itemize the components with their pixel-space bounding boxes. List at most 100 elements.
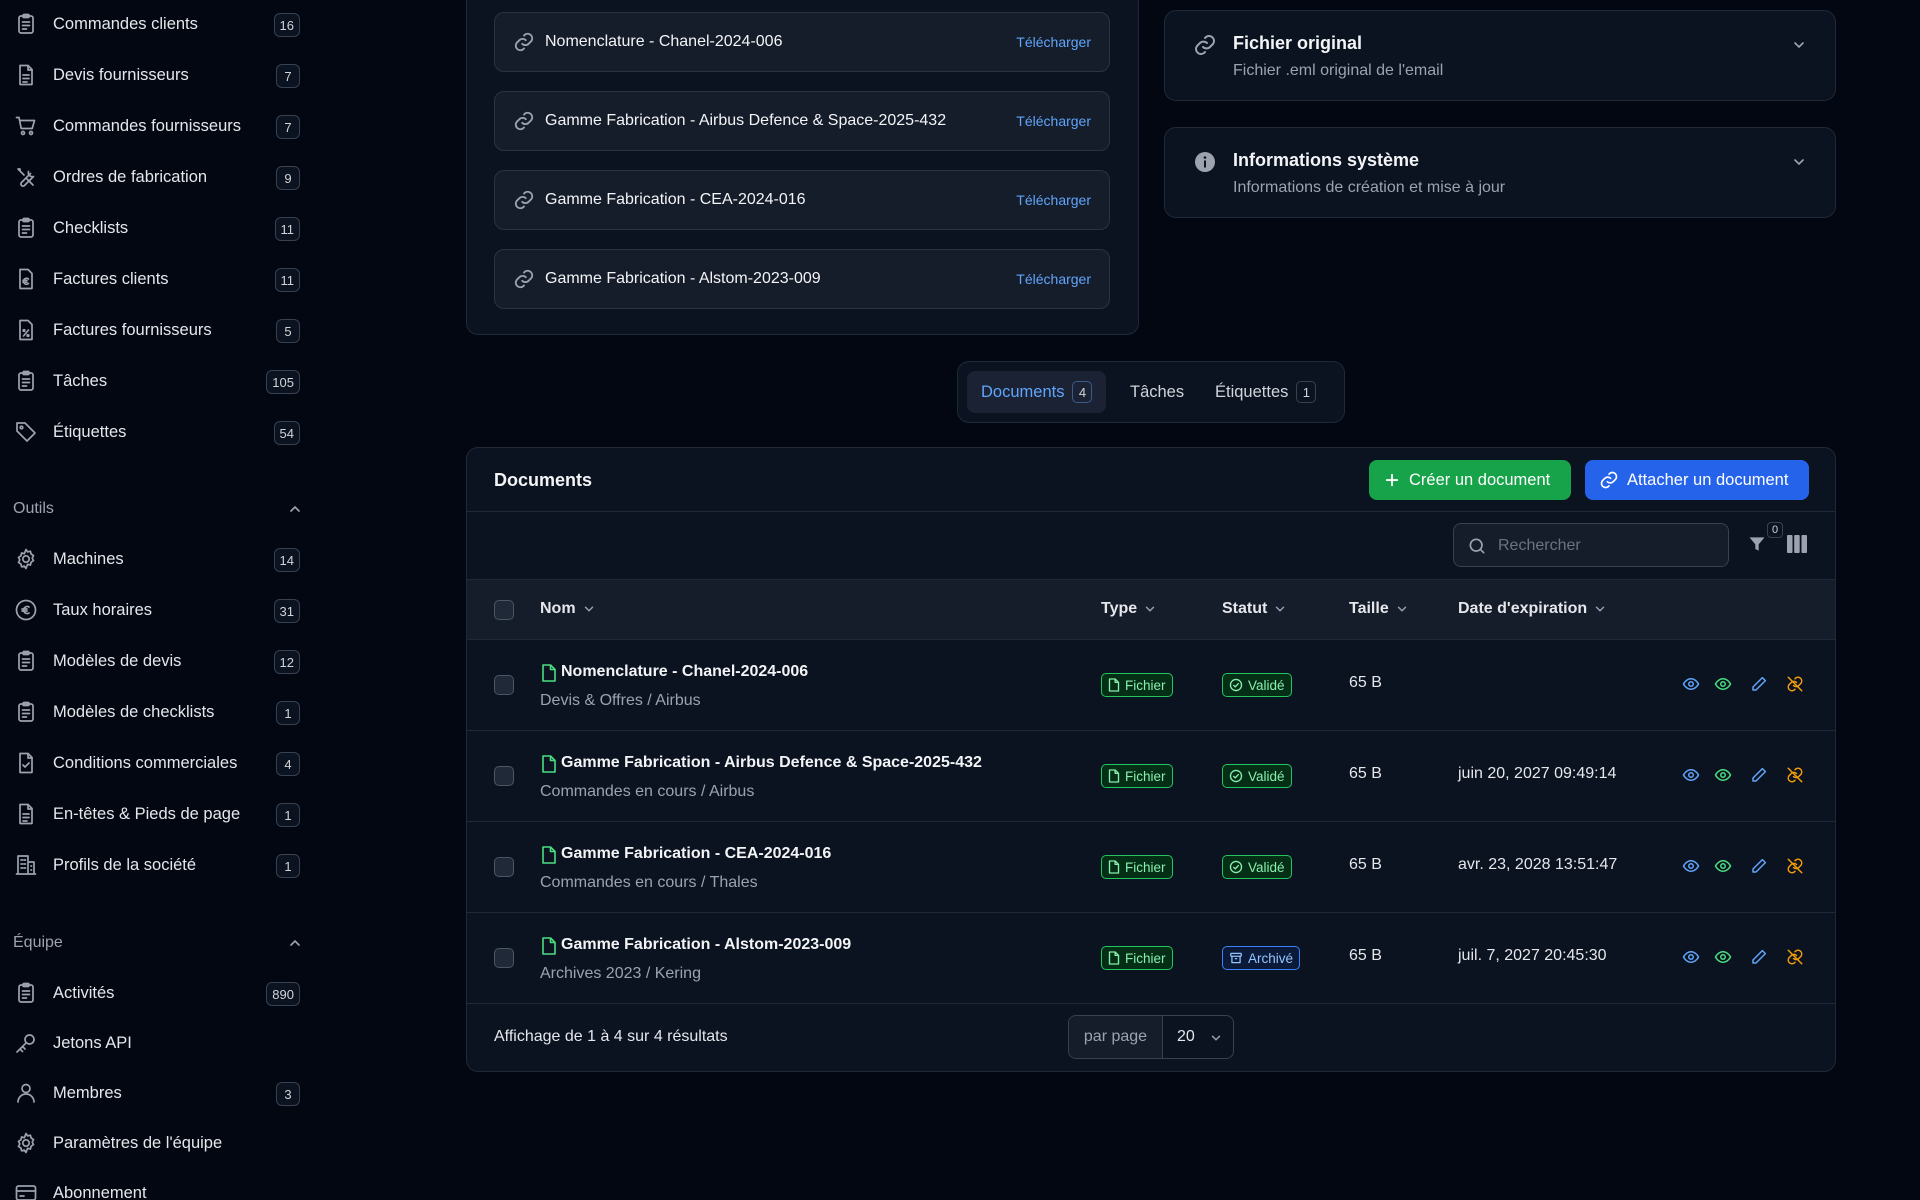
download-link[interactable]: Télécharger xyxy=(1016,113,1091,129)
table-footer: Affichage de 1 à 4 sur 4 résultats par p… xyxy=(467,1004,1835,1071)
sidebar-group-equipe[interactable]: Équipe xyxy=(13,928,303,958)
unlink-icon[interactable] xyxy=(1786,948,1804,966)
clipboard-icon xyxy=(12,979,40,1007)
view-icon[interactable] xyxy=(1682,948,1700,966)
unlink-icon[interactable] xyxy=(1786,675,1804,693)
sidebar-item-commandes-fournisseurs[interactable]: Commandes fournisseurs 7 xyxy=(12,106,308,146)
sidebar-item-modeles-de-checklists[interactable]: Modèles de checklists 1 xyxy=(12,692,308,732)
type-badge: Fichier xyxy=(1101,855,1173,879)
create-document-button[interactable]: Créer un document xyxy=(1369,460,1571,500)
sidebar-item-activites[interactable]: Activités 890 xyxy=(12,973,308,1013)
attachment-row[interactable]: Nomenclature - Chanel-2024-006 Télécharg… xyxy=(494,12,1110,72)
sidebar-item-commandes-clients[interactable]: Commandes clients 16 xyxy=(12,4,308,44)
per-page-select[interactable]: par page 20 xyxy=(1068,1015,1234,1059)
chevron-up-icon xyxy=(287,935,303,951)
count-badge: 54 xyxy=(273,421,300,445)
document-expiry: avr. 23, 2028 13:51:47 xyxy=(1458,856,1618,873)
chevron-down-icon[interactable] xyxy=(1791,37,1807,53)
check-circle-icon xyxy=(1229,769,1248,783)
column-label: Statut xyxy=(1222,600,1268,617)
table-row[interactable]: Gamme Fabrication - CEA-2024-016 Commande… xyxy=(467,822,1835,913)
file-icon xyxy=(1108,860,1125,874)
view-icon[interactable] xyxy=(1682,766,1700,784)
chevron-down-icon xyxy=(1267,602,1287,616)
preview-icon[interactable] xyxy=(1714,675,1732,693)
attachment-row[interactable]: Gamme Fabrication - Alstom-2023-009 Télé… xyxy=(494,249,1110,309)
tab-etiquettes[interactable]: Étiquettes 1 xyxy=(1215,371,1317,413)
column-header-size[interactable]: Taille xyxy=(1349,600,1409,618)
sidebar-item-devis-fournisseurs[interactable]: Devis fournisseurs 7 xyxy=(12,55,308,95)
sidebar-item-taux-horaires[interactable]: Taux horaires 31 xyxy=(12,590,308,630)
table-row[interactable]: Nomenclature - Chanel-2024-006 Devis & Of… xyxy=(467,640,1835,731)
document-name[interactable]: Gamme Fabrication - Airbus Defence & Spa… xyxy=(561,754,982,772)
row-checkbox[interactable] xyxy=(494,948,514,968)
search-box[interactable] xyxy=(1453,523,1729,567)
document-expiry: juin 20, 2027 09:49:14 xyxy=(1458,765,1617,782)
download-link[interactable]: Télécharger xyxy=(1016,192,1091,208)
sidebar-item-taches[interactable]: Tâches 105 xyxy=(12,361,308,401)
count-badge: 105 xyxy=(266,370,300,394)
unlink-icon[interactable] xyxy=(1786,766,1804,784)
document-icon xyxy=(541,937,557,955)
chevron-down-icon xyxy=(1587,602,1607,616)
sidebar-item-etiquettes[interactable]: Étiquettes 54 xyxy=(12,412,308,452)
building-icon xyxy=(12,851,40,879)
sidebar-item-modeles-de-devis[interactable]: Modèles de devis 12 xyxy=(12,641,308,681)
document-name[interactable]: Gamme Fabrication - Alstom-2023-009 xyxy=(561,936,851,954)
table-row[interactable]: Gamme Fabrication - Alstom-2023-009 Archi… xyxy=(467,913,1835,1004)
edit-icon[interactable] xyxy=(1750,857,1768,875)
row-checkbox[interactable] xyxy=(494,766,514,786)
search-input[interactable] xyxy=(1498,534,1718,558)
preview-icon[interactable] xyxy=(1714,948,1732,966)
system-info-card[interactable]: Informations système Informations de cré… xyxy=(1164,127,1836,218)
attachment-row[interactable]: Gamme Fabrication - CEA-2024-016 Télécha… xyxy=(494,170,1110,230)
document-name[interactable]: Gamme Fabrication - CEA-2024-016 xyxy=(561,845,831,863)
sidebar-item-jetons-api[interactable]: Jetons API xyxy=(12,1023,308,1063)
row-checkbox[interactable] xyxy=(494,675,514,695)
column-header-name[interactable]: Nom xyxy=(540,600,596,618)
sidebar-item-parametres-de-l-equipe[interactable]: Paramètres de l'équipe xyxy=(12,1123,308,1163)
original-file-card[interactable]: Fichier original Fichier .eml original d… xyxy=(1164,10,1836,101)
sidebar-item-label: En-têtes & Pieds de page xyxy=(53,804,241,823)
sidebar-item-ordres-de-fabrication[interactable]: Ordres de fabrication 9 xyxy=(12,157,308,197)
edit-icon[interactable] xyxy=(1750,948,1768,966)
view-icon[interactable] xyxy=(1682,857,1700,875)
unlink-icon[interactable] xyxy=(1786,857,1804,875)
count-badge: 4 xyxy=(276,752,300,776)
sidebar-item-profils-de-la-societe[interactable]: Profils de la société 1 xyxy=(12,845,308,885)
edit-icon[interactable] xyxy=(1750,675,1768,693)
sidebar-group-outils[interactable]: Outils xyxy=(13,494,303,524)
view-icon[interactable] xyxy=(1682,675,1700,693)
tab-taches[interactable]: Tâches xyxy=(1130,371,1184,413)
sidebar-item-conditions-commerciales[interactable]: Conditions commerciales 4 xyxy=(12,743,308,783)
filter-icon[interactable] xyxy=(1747,534,1767,554)
sidebar-item-factures-clients[interactable]: Factures clients 11 xyxy=(12,259,308,299)
attach-document-button[interactable]: Attacher un document xyxy=(1585,460,1809,500)
status-badge: Archivé xyxy=(1222,946,1301,970)
sidebar: Commandes clients 16 Devis fournisseurs 7 Co… xyxy=(0,0,320,1200)
download-link[interactable]: Télécharger xyxy=(1016,271,1091,287)
edit-icon[interactable] xyxy=(1750,766,1768,784)
sidebar-item-membres[interactable]: Membres 3 xyxy=(12,1073,308,1113)
document-name[interactable]: Nomenclature - Chanel-2024-006 xyxy=(561,663,808,681)
row-checkbox[interactable] xyxy=(494,857,514,877)
column-header-type[interactable]: Type xyxy=(1101,600,1157,618)
sidebar-item-abonnement[interactable]: Abonnement xyxy=(12,1173,308,1200)
sidebar-item-en-tetes-pieds-de-page[interactable]: En-têtes & Pieds de page 1 xyxy=(12,794,308,834)
sidebar-item-machines[interactable]: Machines 14 xyxy=(12,539,308,579)
download-link[interactable]: Télécharger xyxy=(1016,34,1091,50)
preview-icon[interactable] xyxy=(1714,857,1732,875)
gear-icon xyxy=(12,545,40,573)
column-header-status[interactable]: Statut xyxy=(1222,600,1287,618)
sidebar-item-checklists[interactable]: Checklists 11 xyxy=(12,208,308,248)
select-all-checkbox[interactable] xyxy=(494,600,514,620)
columns-icon[interactable] xyxy=(1787,535,1807,553)
column-header-expiry[interactable]: Date d'expiration xyxy=(1458,600,1607,618)
sidebar-item-factures-fournisseurs[interactable]: Factures fournisseurs 5 xyxy=(12,310,308,350)
status-badge: Validé xyxy=(1222,673,1292,697)
preview-icon[interactable] xyxy=(1714,766,1732,784)
chevron-down-icon[interactable] xyxy=(1791,154,1807,170)
table-row[interactable]: Gamme Fabrication - Airbus Defence & Spa… xyxy=(467,731,1835,822)
tab-documents[interactable]: Documents 4 xyxy=(967,371,1107,413)
attachment-row[interactable]: Gamme Fabrication - Airbus Defence & Spa… xyxy=(494,91,1110,151)
